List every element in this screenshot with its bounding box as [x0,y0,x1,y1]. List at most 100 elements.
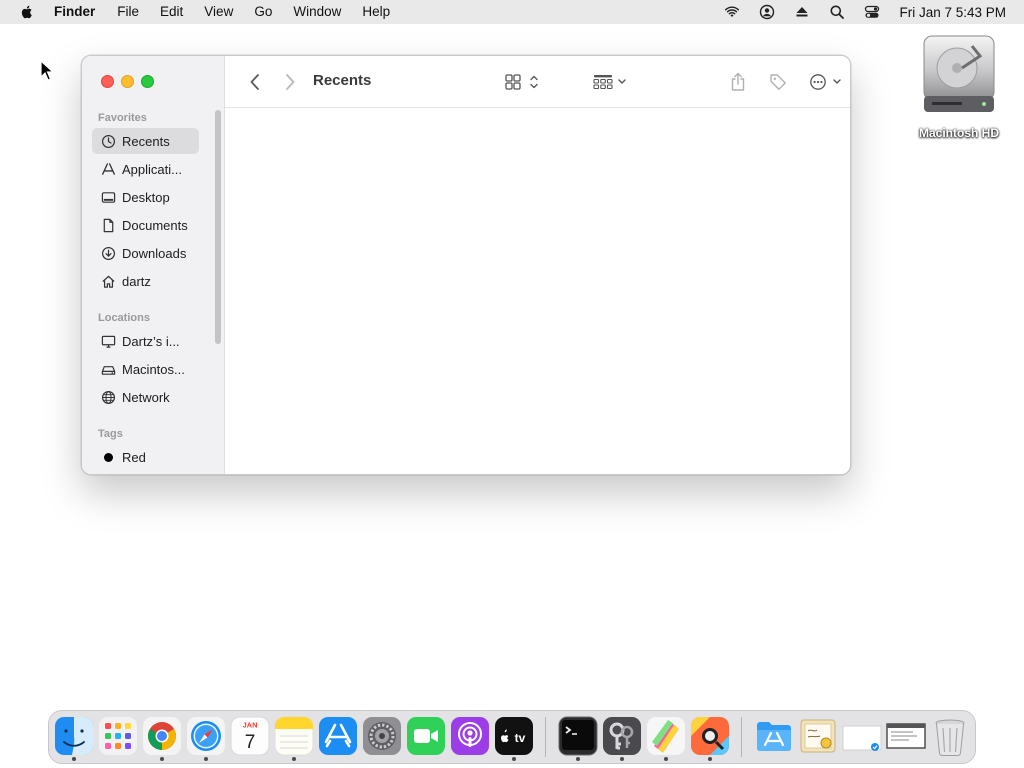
dock-app-store[interactable] [318,716,358,756]
color-pencil-icon [647,717,685,755]
dock-chrome[interactable] [142,716,182,756]
window-thumbnail-icon [886,723,926,749]
icon-view-icon [505,74,538,90]
sidebar-item-applications[interactable]: Applicati... [92,156,199,182]
desktop-disk-label: Macintosh HD [918,126,999,140]
running-indicator [72,757,76,761]
dock-system-preferences[interactable] [362,716,402,756]
finder-icon [55,717,93,755]
app-store-icon [319,717,357,755]
dock-facetime[interactable] [406,716,446,756]
menu-help[interactable]: Help [362,0,390,24]
sidebar-item-label: Recents [122,133,170,149]
menu-app-finder[interactable]: Finder [54,0,95,24]
hard-drive-icon [923,35,995,112]
facetime-icon [407,717,445,755]
zoom-button[interactable] [141,75,154,88]
tv-label: tv [515,731,526,745]
podcasts-icon [451,717,489,755]
dock-podcasts[interactable] [450,716,490,756]
menu-file[interactable]: File [117,0,139,24]
user-icon[interactable] [759,4,775,20]
window-thumbnail-icon [842,725,882,751]
desktop-icon [100,189,116,205]
keychain-icon [603,717,641,755]
chevron-left-icon [250,74,259,90]
dock-tv[interactable]: tv [494,716,534,756]
dock-finder[interactable] [54,716,94,756]
window-controls [101,75,161,88]
window-title: Recents [313,72,372,89]
dock-terminal[interactable] [558,716,598,756]
dock-launchpad[interactable] [98,716,138,756]
sidebar-item-label: Dartz’s i... [122,333,180,349]
eject-icon[interactable] [794,4,810,20]
dock-safari[interactable] [186,716,226,756]
menu-go[interactable]: Go [254,0,272,24]
trash-icon [935,719,965,756]
tags-button[interactable] [767,71,789,93]
sidebar-item-label: dartz [122,273,151,289]
dock-keychain-access[interactable] [602,716,642,756]
running-indicator [512,757,516,761]
control-center-icon[interactable] [864,4,880,20]
sidebar-item-label: Desktop [122,189,170,205]
dock-calendar[interactable]: JAN 7 [230,716,270,756]
sidebar-scrollbar[interactable] [215,110,221,344]
spotlight-icon[interactable] [829,4,845,20]
dock-untitled-window[interactable] [842,716,882,756]
group-grid-icon [593,75,626,90]
view-mode-button[interactable] [503,72,543,92]
tags-header: Tags [98,428,123,440]
sidebar-item-recents[interactable]: Recents [92,128,199,154]
dock-notes[interactable] [274,716,314,756]
tag-dot-icon [100,449,116,465]
running-indicator [708,757,712,761]
dock-applications-folder[interactable] [754,716,794,756]
forward-button[interactable] [280,72,300,92]
menu-edit[interactable]: Edit [160,0,183,24]
running-indicator [664,757,668,761]
sidebar-item-computer[interactable]: Dartz’s i... [92,328,199,354]
mouse-cursor-icon [40,60,54,81]
menu-clock[interactable]: Fri Jan 7 5:43 PM [899,5,1006,20]
sidebar-item-label: Macintos... [122,361,185,377]
sidebar-item-label: Red [122,449,146,465]
more-actions-button[interactable] [807,72,847,92]
sidebar-item-network[interactable]: Network [92,384,199,410]
dock-script-editor[interactable] [646,716,686,756]
menu-window[interactable]: Window [293,0,341,24]
sidebar-item-home[interactable]: dartz [92,268,199,294]
sidebar-item-downloads[interactable]: Downloads [92,240,199,266]
menu-view[interactable]: View [204,0,233,24]
calendar-day: 7 [245,732,256,753]
document-icon [100,217,116,233]
wifi-icon[interactable] [724,4,740,20]
sidebar-item-tag-red[interactable]: Red [92,444,199,470]
chevron-right-icon [286,74,295,90]
close-button[interactable] [101,75,114,88]
terminal-icon [558,716,598,756]
calendar-month: JAN [242,721,257,730]
running-indicator [204,757,208,761]
launchpad-icon [99,717,137,755]
safari-icon [187,717,225,755]
share-button[interactable] [728,71,748,93]
applications-icon [100,161,116,177]
minimize-button[interactable] [121,75,134,88]
dock-screenshot-window[interactable] [886,716,926,756]
dock-trash[interactable] [930,716,970,756]
ellipsis-circle-icon [810,74,841,90]
desktop-macintosh-hd[interactable]: Macintosh HD [905,34,1013,140]
menu-bar: Finder File Edit View Go Window Help Fri… [0,0,1024,24]
sidebar-item-documents[interactable]: Documents [92,212,199,238]
group-button[interactable] [591,72,631,92]
dock-utility[interactable] [690,716,730,756]
file-list-area[interactable] [225,109,850,474]
back-button[interactable] [245,72,265,92]
sidebar-item-desktop[interactable]: Desktop [92,184,199,210]
dock-preview[interactable] [798,716,838,756]
sidebar-item-macintosh-hd[interactable]: Macintos... [92,356,199,382]
locations-header: Locations [98,312,150,324]
apple-menu-icon[interactable] [19,4,35,20]
